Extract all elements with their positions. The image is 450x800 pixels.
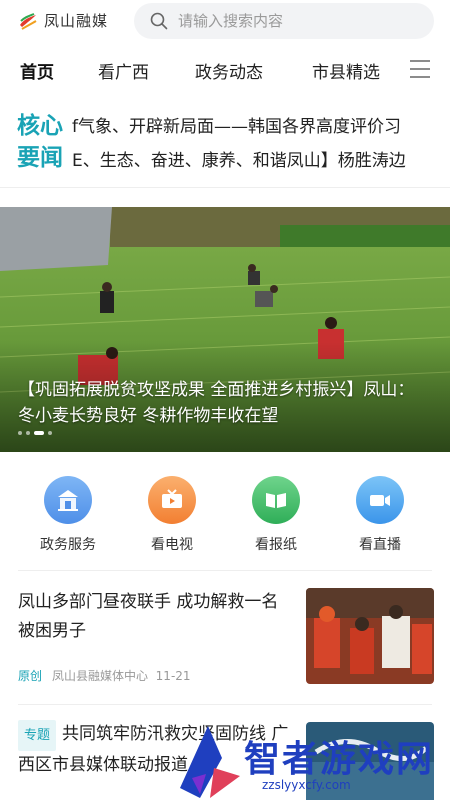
- app-logo[interactable]: 凤山融媒: [18, 10, 108, 31]
- quick-label: 看直播: [359, 537, 401, 553]
- news-source: 凤山县融媒体中心: [52, 669, 149, 683]
- quick-access-panel: 政务服务 看电视 看报纸 看直播: [0, 452, 450, 570]
- watermark-logo-icon: [180, 726, 240, 798]
- camera-icon: [356, 476, 404, 524]
- building-icon: [44, 476, 92, 524]
- watermark-url: zzslyyxcfy.com: [262, 778, 351, 792]
- topic-chip: 专题: [18, 720, 57, 751]
- ticker-headline[interactable]: f气象、开辟新局面——韩国各界高度评价习: [72, 112, 401, 137]
- carousel-dot: [18, 431, 22, 435]
- hero-caption[interactable]: 【巩固拓展脱贫攻坚成果 全面推进乡村振兴】凤山：冬小麦长势良好 冬耕作物丰收在望: [18, 377, 428, 429]
- quick-label: 看电视: [151, 537, 193, 553]
- quick-label: 政务服务: [40, 537, 96, 553]
- newspaper-icon: [252, 476, 300, 524]
- carousel-indicator: [18, 431, 52, 435]
- watermark-text: 智者游戏网: [244, 739, 435, 780]
- search-input[interactable]: [178, 12, 418, 30]
- tab-guangxi[interactable]: 看广西: [98, 58, 149, 83]
- carousel-dot: [26, 431, 30, 435]
- quick-watch-live[interactable]: 看直播: [340, 476, 420, 554]
- site-watermark: 智者游戏网 zzslyyxcfy.com: [170, 718, 450, 800]
- hero-banner[interactable]: 【巩固拓展脱贫攻坚成果 全面推进乡村振兴】凤山：冬小麦长势良好 冬耕作物丰收在望: [0, 207, 450, 452]
- ticker-headline[interactable]: E、生态、奋进、康养、和谐凤山】杨胜涛边: [72, 146, 406, 171]
- channel-tabs: 首页 看广西 政务动态 市县精选: [0, 50, 450, 90]
- news-thumbnail[interactable]: [306, 588, 434, 684]
- tab-county-picks[interactable]: 市县精选: [312, 58, 380, 83]
- quick-label: 看报纸: [255, 537, 297, 553]
- news-divider: [18, 704, 432, 705]
- menu-icon[interactable]: [408, 58, 432, 80]
- core-news-ticker[interactable]: 核心要闻 f气象、开辟新局面——韩国各界高度评价习 E、生态、奋进、康养、和谐凤…: [0, 102, 450, 188]
- original-tag: 原创: [18, 669, 43, 683]
- logo-mark-icon: [20, 12, 37, 30]
- news-title[interactable]: 凤山多部门昼夜联手 成功解救一名被困男子: [18, 588, 292, 646]
- quick-read-newspaper[interactable]: 看报纸: [236, 476, 316, 554]
- top-bar: 凤山融媒: [0, 0, 450, 44]
- carousel-dot-active: [34, 431, 44, 435]
- tab-home[interactable]: 首页: [20, 58, 54, 83]
- app-name: 凤山融媒: [44, 12, 109, 30]
- quick-watch-tv[interactable]: 看电视: [132, 476, 212, 554]
- quick-gov-service[interactable]: 政务服务: [28, 476, 108, 554]
- news-meta: 原创 凤山县融媒体中心 11-21: [18, 667, 191, 684]
- carousel-dot: [48, 431, 52, 435]
- tv-icon: [148, 476, 196, 524]
- search-box[interactable]: [134, 3, 434, 39]
- core-news-badge: 核心要闻: [17, 113, 63, 171]
- section-divider: [18, 570, 432, 571]
- tab-government-news[interactable]: 政务动态: [195, 58, 263, 83]
- news-date: 11-21: [155, 669, 191, 683]
- search-icon: [150, 12, 168, 30]
